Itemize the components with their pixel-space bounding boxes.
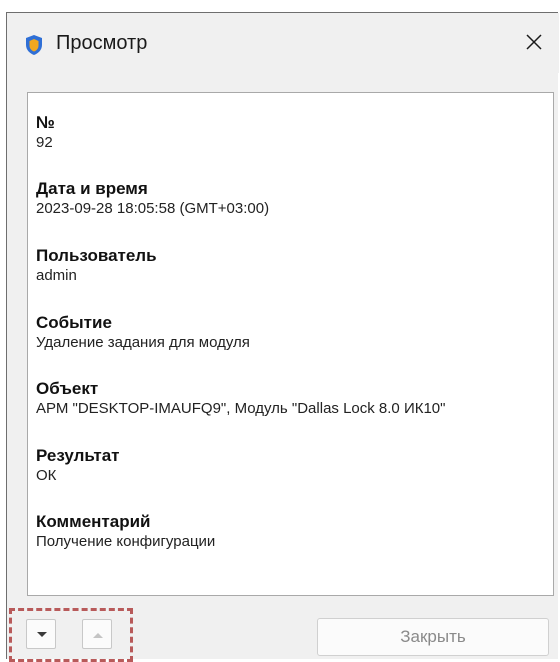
field-value: Удаление задания для модуля: [36, 334, 250, 351]
close-window-button[interactable]: [519, 27, 549, 57]
field-label: Событие: [36, 313, 112, 332]
field-number: № 92: [36, 113, 55, 153]
field-user: Пользователь admin: [36, 246, 157, 286]
field-value: admin: [36, 267, 77, 284]
field-label: Результат: [36, 446, 120, 465]
field-value: Получение конфигурации: [36, 533, 216, 550]
chevron-up-icon: [93, 633, 103, 638]
field-event: Событие Удаление задания для модуля: [36, 313, 250, 353]
field-label: Комментарий: [36, 512, 151, 531]
window-title: Просмотр: [56, 32, 148, 54]
chevron-down-icon: [37, 632, 47, 637]
field-comment: Комментарий Получение конфигурации: [36, 512, 215, 552]
view-dialog: Просмотр № 92 Дата и время 2023-09-28 18…: [6, 12, 559, 662]
next-record-button[interactable]: [26, 619, 56, 649]
close-button[interactable]: Закрыть: [317, 618, 549, 656]
event-details-panel: № 92 Дата и время 2023-09-28 18:05:58 (G…: [27, 92, 554, 596]
field-value: ОК: [36, 467, 57, 484]
close-icon: [526, 34, 542, 50]
previous-record-button[interactable]: [82, 619, 112, 649]
field-value: АРМ "DESKTOP-IMAUFQ9", Модуль "Dallas Lo…: [36, 400, 446, 417]
shield-icon: [24, 34, 44, 56]
field-label: Объект: [36, 379, 99, 398]
field-label: Дата и время: [36, 179, 148, 198]
title-bar: Просмотр: [7, 13, 559, 73]
field-object: Объект АРМ "DESKTOP-IMAUFQ9", Модуль "Da…: [36, 379, 445, 419]
field-result: Результат ОК: [36, 446, 120, 486]
field-label: №: [36, 113, 55, 132]
field-label: Пользователь: [36, 246, 157, 265]
field-value: 2023-09-28 18:05:58 (GMT+03:00): [36, 200, 270, 217]
dialog-footer: Закрыть: [7, 598, 559, 662]
field-datetime: Дата и время 2023-09-28 18:05:58 (GMT+03…: [36, 179, 269, 219]
field-value: 92: [36, 134, 53, 151]
